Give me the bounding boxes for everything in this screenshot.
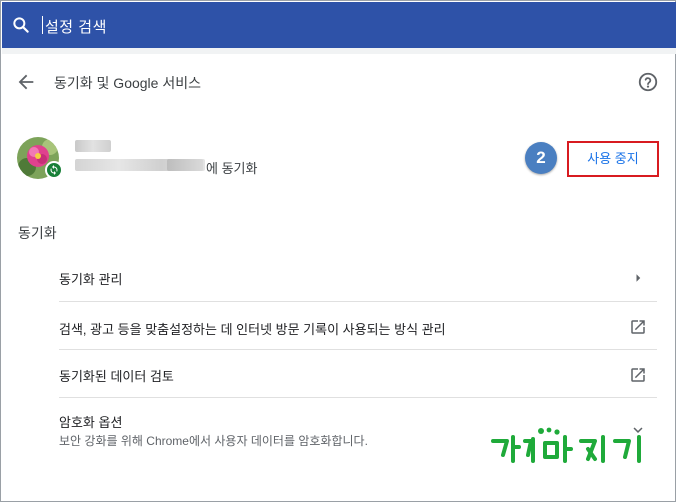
list-item-label: 검색, 광고 등을 맞춤설정하는 데 인터넷 방문 기록이 사용되는 방식 관리 <box>59 322 446 337</box>
list-item-label: 동기화된 데이터 검토 <box>59 369 174 384</box>
content-divider <box>2 48 676 54</box>
section-title-sync: 동기화 <box>18 225 57 241</box>
blurred-account-name <box>75 140 111 152</box>
help-icon[interactable] <box>637 71 659 93</box>
settings-window: 설정 검색 동기화 및 Google 서비스 에 동기화 2 사용 중지 동기화 <box>0 0 676 502</box>
page-title: 동기화 및 Google 서비스 <box>54 75 201 91</box>
search-bar[interactable]: 설정 검색 <box>2 2 676 48</box>
search-input[interactable]: 설정 검색 <box>45 16 107 37</box>
list-item-label: 암호화 옵션 <box>59 415 123 430</box>
external-link-icon <box>631 320 645 334</box>
sync-badge-icon <box>45 161 63 179</box>
chevron-right-icon <box>636 274 641 282</box>
watermark-logo <box>491 427 641 463</box>
text-cursor <box>42 16 43 34</box>
back-arrow-icon[interactable] <box>15 71 37 93</box>
turn-off-sync-button[interactable]: 사용 중지 <box>569 143 657 175</box>
list-item-review-synced-data[interactable]: 동기화된 데이터 검토 <box>59 350 657 398</box>
list-item-sublabel: 보안 강화를 위해 Chrome에서 사용자 데이터를 암호화합니다. <box>59 434 368 448</box>
list-item-history-usage[interactable]: 검색, 광고 등을 맞춤설정하는 데 인터넷 방문 기록이 사용되는 방식 관리 <box>59 302 657 350</box>
sync-destination-text: 에 동기화 <box>206 161 258 176</box>
list-item-manage-sync[interactable]: 동기화 관리 <box>59 254 657 302</box>
external-link-icon <box>631 368 645 382</box>
step-number-badge: 2 <box>525 142 557 174</box>
search-icon <box>13 17 29 33</box>
blurred-account-email-end <box>167 159 203 171</box>
list-item-label: 동기화 관리 <box>59 272 123 287</box>
